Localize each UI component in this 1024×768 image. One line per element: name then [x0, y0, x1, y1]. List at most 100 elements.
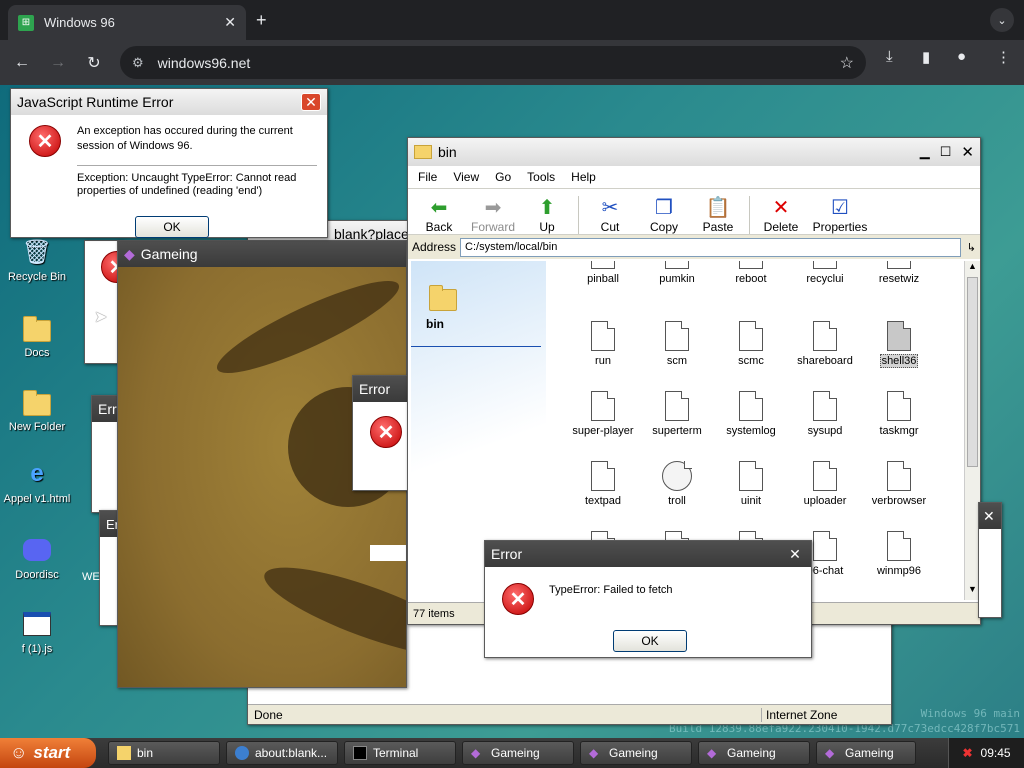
file-item[interactable]: shell36 [862, 321, 936, 391]
back-button[interactable]: ⬅ Back [412, 196, 466, 234]
up-button[interactable]: ⬆ Up [520, 196, 574, 234]
bookmark-star-icon[interactable]: ☆ [840, 53, 854, 73]
cut-button[interactable]: ✂ Cut [583, 196, 637, 234]
download-icon[interactable]: ⤓ [886, 48, 893, 65]
browser-tabstrip: ⊞ Windows 96 ✕ + ⌄ [0, 0, 1024, 40]
tab-search-chevron-icon[interactable]: ⌄ [990, 8, 1014, 32]
gem-icon: ◆ [707, 746, 717, 760]
file-item[interactable]: verbrowser [862, 461, 936, 531]
file-item[interactable]: troll [640, 461, 714, 531]
js-error-ok-button[interactable]: OK [135, 216, 209, 238]
document-icon [665, 261, 689, 269]
maximize-icon[interactable]: ☐ [940, 144, 952, 160]
file-item[interactable]: pinball [566, 261, 640, 321]
desktop-icon-new-folder[interactable]: New Folder [0, 387, 74, 433]
profile-icon[interactable]: ● [957, 48, 966, 65]
small-error-titlebar[interactable]: Error [353, 376, 407, 402]
desktop-icon-f-js[interactable]: f (1).js [0, 609, 74, 655]
file-item[interactable]: superterm [640, 391, 714, 461]
js-error-titlebar[interactable]: JavaScript Runtime Error ✕ [11, 89, 327, 115]
js-error-title: JavaScript Runtime Error [17, 94, 174, 110]
file-item[interactable]: winmp96 [862, 531, 936, 600]
task-bin[interactable]: bin [108, 741, 220, 765]
menu-go[interactable]: Go [495, 170, 511, 184]
desktop-icon-appel[interactable]: e Appel v1.html [0, 459, 74, 505]
system-tray: ✖ 09:45 [948, 738, 1024, 768]
troll-face-icon [662, 461, 692, 491]
minimize-icon[interactable]: ▁ [920, 144, 930, 160]
js-runtime-error-dialog[interactable]: JavaScript Runtime Error ✕ ✕ An exceptio… [10, 88, 328, 238]
task-terminal[interactable]: Terminal [344, 741, 456, 765]
menu-view[interactable]: View [453, 170, 479, 184]
task-gameing-1[interactable]: ◆ Gameing [462, 741, 574, 765]
explorer-menubar: File View Go Tools Help [408, 166, 980, 189]
task-gameing-4[interactable]: ◆ Gameing [816, 741, 916, 765]
browser-tab[interactable]: ⊞ Windows 96 ✕ [8, 5, 246, 40]
address-input[interactable]: C:/system/local/bin [460, 237, 961, 257]
scroll-thumb[interactable] [967, 277, 978, 467]
forward-arrow-icon[interactable]: → [44, 49, 72, 77]
address-label: Address [412, 240, 457, 254]
forward-button[interactable]: ➡ Forward [466, 196, 520, 234]
small-error-window[interactable]: Error ✕ [352, 375, 408, 491]
new-tab-button[interactable]: + [256, 10, 267, 31]
side-panel-icon[interactable]: ▮ [922, 48, 930, 66]
mouse-cursor-icon: ➤ [94, 309, 108, 326]
fetch-error-titlebar[interactable]: Error ✕ [485, 541, 811, 567]
close-icon[interactable]: ✕ [301, 93, 321, 111]
scroll-up-arrow-icon[interactable]: ▲ [965, 261, 980, 277]
task-gameing-2[interactable]: ◆ Gameing [580, 741, 692, 765]
file-item[interactable]: shareboard [788, 321, 862, 391]
menu-help[interactable]: Help [571, 170, 596, 184]
partial-window-right[interactable]: ✕ [978, 502, 1002, 618]
task-about-blank[interactable]: about:blank... [226, 741, 338, 765]
document-icon [813, 461, 837, 491]
browser-menu-icon[interactable]: ⋮ [996, 48, 1011, 66]
file-item[interactable]: systemlog [714, 391, 788, 461]
explorer-titlebar[interactable]: bin ▁ ☐ ✕ [408, 138, 980, 166]
go-arrow-icon[interactable]: ↳ [967, 241, 976, 254]
document-icon [813, 261, 837, 269]
desktop-icon-doordisc[interactable]: Doordisc [0, 535, 74, 581]
file-item[interactable]: uploader [788, 461, 862, 531]
tab-close-icon[interactable]: ✕ [224, 14, 236, 31]
desktop-icon-recycle-bin[interactable]: 🗑 Recycle Bin [0, 237, 74, 284]
folder-icon [414, 145, 432, 159]
reload-icon[interactable]: ↻ [80, 49, 108, 77]
close-icon[interactable]: ✕ [961, 143, 974, 161]
site-settings-icon[interactable]: ⚙ [132, 55, 144, 71]
file-item[interactable]: scmc [714, 321, 788, 391]
close-icon[interactable]: ✕ [785, 544, 805, 564]
error-tray-icon[interactable]: ✖ [962, 746, 972, 760]
fetch-error-dialog[interactable]: Error ✕ ✕ TypeError: Failed to fetch OK [484, 540, 812, 658]
file-item[interactable]: scm [640, 321, 714, 391]
file-item[interactable]: reboot [714, 261, 788, 321]
gameing-titlebar[interactable]: ◆ Gameing [118, 241, 406, 267]
fetch-error-ok-button[interactable]: OK [613, 630, 687, 652]
file-item[interactable]: resetwiz [862, 261, 936, 321]
delete-button[interactable]: ✕ Delete [754, 196, 808, 234]
menu-tools[interactable]: Tools [527, 170, 555, 184]
copy-button[interactable]: ❐ Copy [637, 196, 691, 234]
globe-icon [235, 746, 249, 760]
file-item[interactable]: uinit [714, 461, 788, 531]
file-item[interactable]: run [566, 321, 640, 391]
file-item[interactable]: taskmgr [862, 391, 936, 461]
paste-button[interactable]: 📋 Paste [691, 196, 745, 234]
file-item[interactable]: pumkin [640, 261, 714, 321]
file-item[interactable]: textpad [566, 461, 640, 531]
error-icon: ✕ [502, 583, 534, 615]
menu-file[interactable]: File [418, 170, 437, 184]
desktop-icon-docs[interactable]: Docs [0, 313, 74, 359]
properties-button[interactable]: ☑ Properties [808, 196, 872, 234]
file-item[interactable]: sysupd [788, 391, 862, 461]
close-icon[interactable]: ✕ [983, 508, 995, 525]
back-arrow-icon[interactable]: ← [8, 49, 36, 77]
file-item[interactable]: super-player [566, 391, 640, 461]
address-bar[interactable]: ⚙ windows96.net ☆ [120, 46, 866, 79]
file-item[interactable]: recyclui [788, 261, 862, 321]
start-button[interactable]: ☺ start [0, 738, 96, 768]
document-icon [887, 461, 911, 491]
task-gameing-3[interactable]: ◆ Gameing [698, 741, 810, 765]
game-white-block [370, 545, 406, 561]
